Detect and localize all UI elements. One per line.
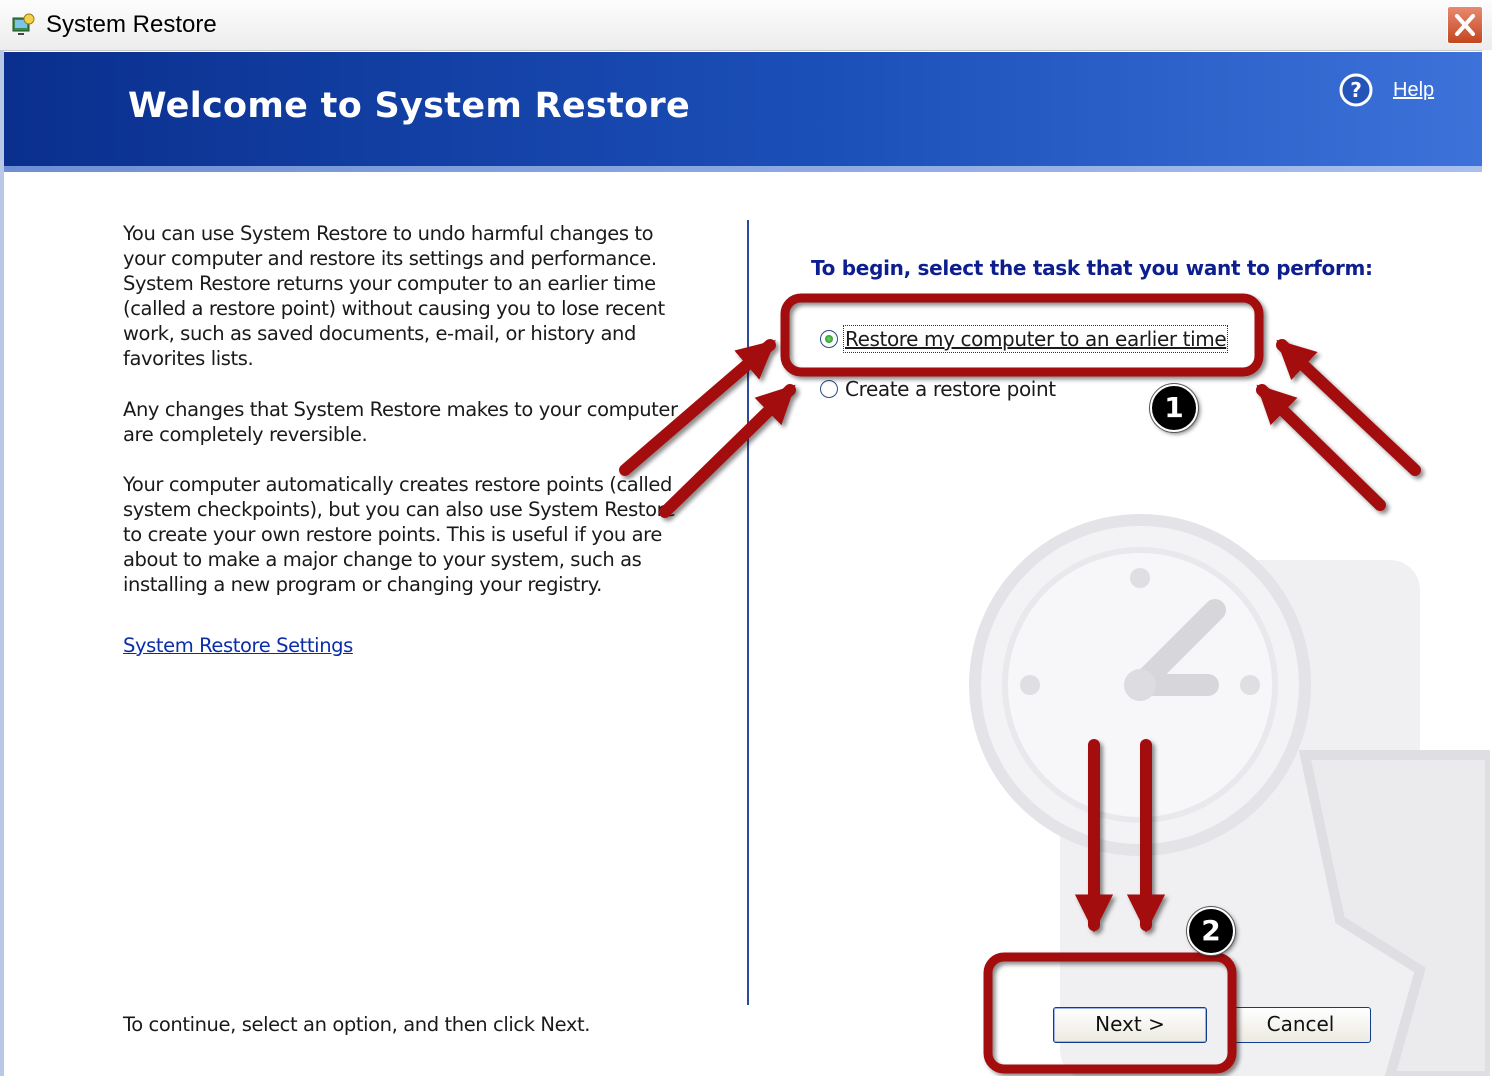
create-restore-point-option[interactable]: Create a restore point — [820, 377, 1056, 401]
arrow-icon — [659, 384, 796, 518]
next-button[interactable]: Next > — [1053, 1007, 1207, 1043]
system-restore-icon — [12, 13, 35, 35]
svg-text:?: ? — [1350, 78, 1362, 102]
description-paragraph: Any changes that System Restore makes to… — [123, 398, 678, 446]
banner-stripe — [4, 166, 1482, 172]
help-link[interactable]: Help — [1393, 79, 1434, 102]
close-icon — [1455, 14, 1475, 36]
clock-watermark-icon — [969, 514, 1490, 1076]
cancel-button[interactable]: Cancel — [1230, 1007, 1371, 1043]
help-icon[interactable]: ? — [1338, 72, 1374, 108]
pane-divider — [747, 220, 749, 1005]
continue-instruction: To continue, select an option, and then … — [123, 1013, 591, 1036]
step-badge-1: 1 — [1150, 384, 1198, 432]
title-bar: System Restore — [0, 0, 1492, 51]
radio-button-selected[interactable] — [820, 330, 838, 348]
close-button[interactable] — [1447, 6, 1483, 44]
system-restore-settings-link[interactable]: System Restore Settings — [123, 634, 353, 657]
restore-earlier-time-option[interactable]: Restore my computer to an earlier time — [820, 325, 1229, 353]
arrow-icon — [1256, 384, 1386, 511]
radio-button[interactable] — [820, 380, 838, 398]
page-title: Welcome to System Restore — [128, 86, 691, 126]
window-border-left — [0, 50, 4, 1076]
arrow-icon — [1276, 339, 1421, 476]
task-prompt: To begin, select the task that you want … — [811, 256, 1373, 280]
step-badge-2: 2 — [1187, 907, 1235, 955]
create-restore-point-label[interactable]: Create a restore point — [845, 377, 1056, 401]
description-paragraph: You can use System Restore to undo harmf… — [123, 222, 665, 370]
window-title: System Restore — [46, 11, 217, 38]
description-paragraph: Your computer automatically creates rest… — [123, 473, 676, 596]
restore-earlier-time-label[interactable]: Restore my computer to an earlier time — [842, 325, 1229, 353]
